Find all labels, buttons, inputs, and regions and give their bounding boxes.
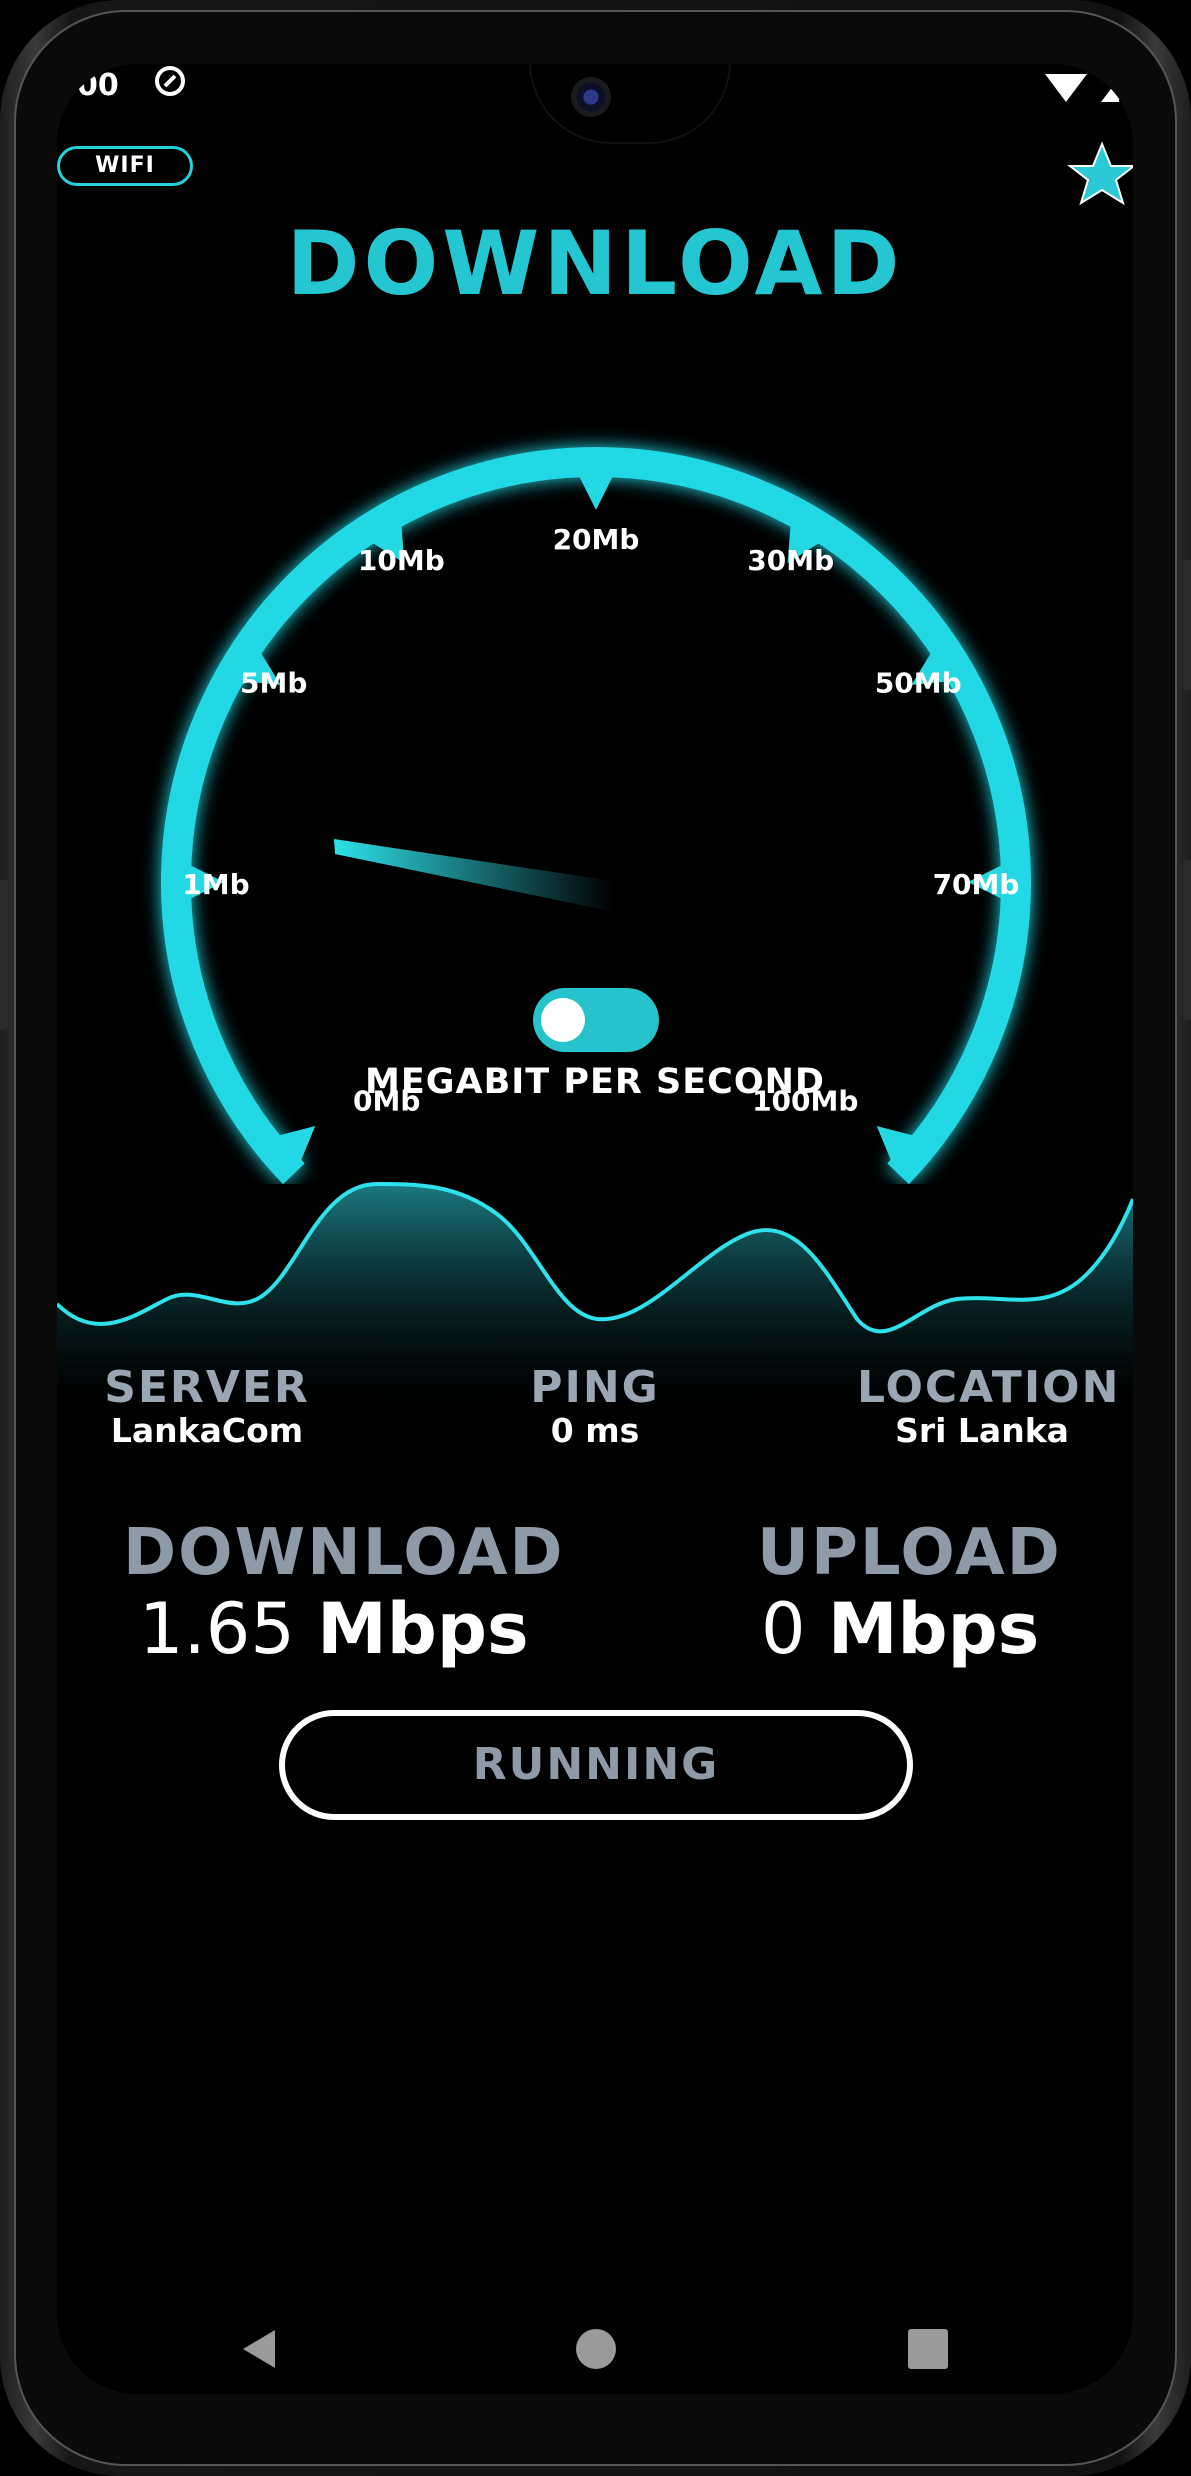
toggle-knob <box>541 998 585 1042</box>
running-button[interactable]: RUNNING <box>279 1710 913 1820</box>
gauge-tick-label: 30Mb <box>747 544 834 577</box>
gauge-tick-label: 1Mb <box>182 868 249 901</box>
gauge-tick-label: 50Mb <box>875 667 962 700</box>
gauge-needle <box>334 839 613 911</box>
star-icon[interactable] <box>1067 140 1133 210</box>
gauge-tick-label: 5Mb <box>240 667 307 700</box>
front-camera <box>571 77 611 117</box>
location-info: LOCATION Sri Lanka <box>857 1362 1121 1450</box>
gauge-tick-label: 10Mb <box>358 544 445 577</box>
status-time: 00 <box>77 68 119 103</box>
download-value: 1.65 Mbps <box>139 1588 529 1670</box>
server-info: SERVER LankaCom <box>97 1364 317 1450</box>
location-label: LOCATION <box>857 1362 1121 1413</box>
page-title: DOWNLOAD <box>286 212 904 315</box>
download-unit: Mbps <box>317 1588 529 1670</box>
upload-label: UPLOAD <box>757 1516 1062 1590</box>
upload-unit: Mbps <box>827 1588 1040 1670</box>
upload-value: 0 Mbps <box>761 1588 1039 1670</box>
side-button <box>1183 560 1191 690</box>
screen: 00 WIFI DOWNLOAD 0Mb 1Mb 5Mb 10Mb 20Mb 30Mb 50… <box>57 64 1133 2394</box>
home-icon[interactable] <box>571 2324 621 2374</box>
ping-info: PING 0 ms <box>495 1364 695 1450</box>
wifi-signal-icon <box>1045 74 1119 102</box>
download-number: 1.65 <box>139 1588 295 1670</box>
speed-gauge: 0Mb1Mb5Mb10Mb20Mb30Mb50Mb70Mb100Mb <box>161 447 1031 1184</box>
unit-label: MEGABIT PER SECOND <box>365 1062 825 1102</box>
back-icon[interactable] <box>235 2324 285 2374</box>
recents-icon[interactable] <box>903 2324 953 2374</box>
ping-value: 0 ms <box>550 1411 640 1450</box>
side-button <box>0 880 8 1030</box>
download-label: DOWNLOAD <box>123 1516 565 1590</box>
gauge-tick-label: 70Mb <box>933 868 1020 901</box>
speed-wave-graph <box>57 1181 1133 1404</box>
unit-toggle[interactable] <box>533 988 659 1052</box>
q-circle-icon <box>155 66 185 96</box>
gauge-tick-label: 20Mb <box>553 523 640 556</box>
server-label: SERVER <box>104 1362 310 1413</box>
upload-number: 0 <box>761 1588 806 1670</box>
side-button <box>1183 860 1191 1020</box>
gauge-tick-mark <box>578 474 614 510</box>
ping-label: PING <box>530 1362 660 1413</box>
notch <box>531 64 729 142</box>
connection-type-chip[interactable]: WIFI <box>57 146 193 186</box>
location-value: Sri Lanka <box>895 1411 1069 1450</box>
server-value: LankaCom <box>110 1411 304 1450</box>
